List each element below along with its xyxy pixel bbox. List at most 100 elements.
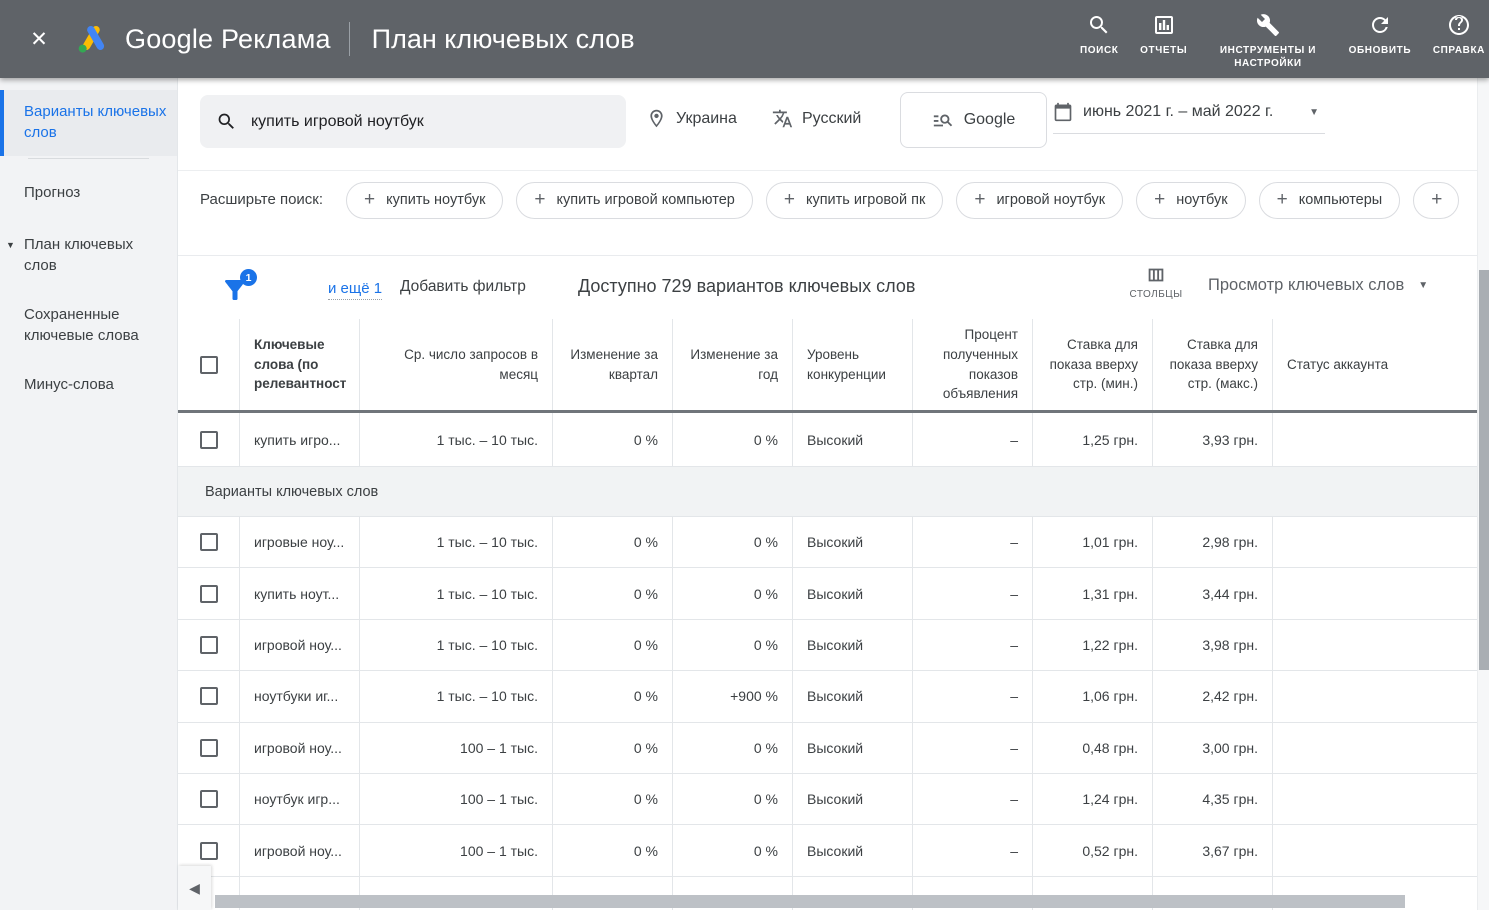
keyword-chip[interactable]: +игровой ноутбук bbox=[956, 182, 1123, 219]
keyword-chip[interactable]: +компьютеры bbox=[1259, 182, 1401, 219]
cell-value: Высокий bbox=[807, 688, 863, 704]
expand-search-label: Расширьте поиск: bbox=[200, 191, 323, 208]
checkbox-cell[interactable] bbox=[178, 517, 240, 567]
data-cell: 0 % bbox=[673, 620, 793, 670]
keyword-chip[interactable]: +купить игровой пк bbox=[766, 182, 944, 219]
checkbox-cell[interactable] bbox=[178, 723, 240, 773]
sidebar-divider bbox=[28, 158, 149, 159]
plus-icon: + bbox=[974, 189, 985, 211]
date-range-label: июнь 2021 г. – май 2022 г. bbox=[1083, 103, 1273, 121]
data-cell: ноутбуки иг... bbox=[240, 671, 360, 721]
row-checkbox[interactable] bbox=[200, 790, 218, 808]
column-header[interactable]: Ставка для показа вверху стр. (мин.) bbox=[1033, 319, 1153, 410]
action-label: ПОИСК bbox=[1080, 44, 1118, 57]
keyword-view-selector[interactable]: Просмотр ключевых слов ▼ bbox=[1208, 276, 1428, 295]
data-cell: Высокий bbox=[793, 671, 913, 721]
keyword-chip[interactable]: + bbox=[1413, 182, 1459, 219]
checkbox-cell[interactable] bbox=[178, 620, 240, 670]
cell-value: 0 % bbox=[634, 791, 658, 807]
network-selector[interactable]: Google bbox=[900, 92, 1047, 148]
data-cell: Высокий bbox=[793, 774, 913, 824]
action-label: ОТЧЕТЫ bbox=[1140, 44, 1187, 57]
more-filters-link[interactable]: и ещё 1 bbox=[328, 280, 382, 300]
checkbox-cell[interactable] bbox=[178, 568, 240, 618]
column-header[interactable]: Процент полученных показов объявления bbox=[913, 319, 1033, 410]
refresh-button[interactable]: ОБНОВИТЬ bbox=[1349, 13, 1411, 57]
row-checkbox[interactable] bbox=[200, 842, 218, 860]
data-cell: 4,35 грн. bbox=[1153, 774, 1273, 824]
columns-label: СТОЛБЦЫ bbox=[1129, 289, 1182, 300]
sidebar-item-negative-keywords[interactable]: Минус-слова bbox=[0, 374, 177, 395]
data-cell: 100 – 1 тыс. bbox=[360, 825, 553, 875]
column-header[interactable]: Уровень конкуренции bbox=[793, 319, 913, 410]
table-row: ноутбук игр...100 – 1 тыс.0 %0 %Высокий–… bbox=[178, 774, 1477, 825]
data-cell: купить ноут... bbox=[240, 568, 360, 618]
data-cell: 3,00 грн. bbox=[1153, 723, 1273, 773]
collapse-table-button[interactable]: ◀ bbox=[178, 866, 211, 910]
keyword-search-input[interactable] bbox=[251, 113, 610, 131]
seed-rows: купить игро...1 тыс. – 10 тыс.0 %0 %Высо… bbox=[178, 413, 1477, 467]
keyword-chip[interactable]: +купить игровой компьютер bbox=[516, 182, 752, 219]
column-header[interactable]: Статус аккаунта bbox=[1273, 319, 1477, 410]
column-header[interactable]: Ставка для показа вверху стр. (макс.) bbox=[1153, 319, 1273, 410]
checkbox-cell[interactable] bbox=[178, 774, 240, 824]
translate-icon bbox=[772, 108, 793, 129]
language-selector[interactable]: Русский bbox=[772, 108, 861, 129]
filter-funnel-icon[interactable]: 1 bbox=[220, 269, 254, 307]
row-checkbox[interactable] bbox=[200, 636, 218, 654]
cell-value: 3,67 грн. bbox=[1202, 843, 1258, 859]
vertical-scrollbar-thumb[interactable] bbox=[1479, 270, 1489, 670]
columns-button[interactable]: СТОЛБЦЫ bbox=[1122, 264, 1190, 300]
sidebar-item-keyword-ideas[interactable]: Варианты ключевых слов bbox=[0, 90, 177, 156]
chip-label: компьютеры bbox=[1299, 192, 1383, 208]
data-cell: 0,52 грн. bbox=[1033, 825, 1153, 875]
columns-icon bbox=[1145, 264, 1167, 286]
location-selector[interactable]: Украина bbox=[646, 108, 737, 129]
row-checkbox[interactable] bbox=[200, 687, 218, 705]
cell-value: игровой ноу... bbox=[254, 740, 342, 756]
chip-label: ноутбук bbox=[1176, 192, 1227, 208]
cell-value: 1 тыс. – 10 тыс. bbox=[437, 534, 538, 550]
cell-value: 4,35 грн. bbox=[1202, 791, 1258, 807]
row-checkbox[interactable] bbox=[200, 533, 218, 551]
cell-value: ноутбуки иг... bbox=[254, 688, 338, 704]
row-checkbox[interactable] bbox=[200, 739, 218, 757]
data-cell: 1 тыс. – 10 тыс. bbox=[360, 620, 553, 670]
row-checkbox[interactable] bbox=[200, 431, 218, 449]
reports-button[interactable]: ОТЧЕТЫ bbox=[1140, 13, 1187, 57]
cell-value: 1,24 грн. bbox=[1082, 791, 1138, 807]
row-checkbox[interactable] bbox=[200, 585, 218, 603]
horizontal-scrollbar-thumb[interactable] bbox=[215, 895, 1405, 908]
column-header[interactable]: Изменение за год bbox=[673, 319, 793, 410]
column-header[interactable]: Ср. число запросов в месяц bbox=[360, 319, 553, 410]
date-range-selector[interactable]: июнь 2021 г. – май 2022 г. ▼ bbox=[1053, 102, 1325, 134]
sidebar-item-forecast[interactable]: Прогноз bbox=[0, 182, 177, 203]
data-cell: – bbox=[913, 774, 1033, 824]
cell-value: Высокий bbox=[807, 586, 863, 602]
sidebar-item-saved-keywords[interactable]: Сохраненные ключевые слова bbox=[0, 304, 177, 346]
keyword-chip[interactable]: +ноутбук bbox=[1136, 182, 1246, 219]
cell-value: 0 % bbox=[634, 534, 658, 550]
help-button[interactable]: СПРАВКА bbox=[1433, 13, 1485, 57]
column-header[interactable]: Изменение за квартал bbox=[553, 319, 673, 410]
topbar-divider bbox=[349, 22, 350, 56]
data-cell: 0 % bbox=[673, 723, 793, 773]
data-cell: 3,44 грн. bbox=[1153, 568, 1273, 618]
tools-settings-button[interactable]: ИНСТРУМЕНТЫ И НАСТРОЙКИ bbox=[1209, 13, 1327, 70]
column-header[interactable]: Ключевые слова (по релевантност bbox=[240, 319, 360, 410]
keyword-chip[interactable]: +купить ноутбук bbox=[346, 182, 503, 219]
cell-value: 3,44 грн. bbox=[1202, 586, 1258, 602]
checkbox-cell[interactable] bbox=[178, 413, 240, 466]
select-all-checkbox[interactable] bbox=[200, 356, 218, 374]
search-nav-button[interactable]: ПОИСК bbox=[1080, 13, 1118, 57]
checkbox-cell[interactable] bbox=[178, 671, 240, 721]
cell-value: 0 % bbox=[634, 688, 658, 704]
cell-value: Высокий bbox=[807, 843, 863, 859]
cell-value: 0 % bbox=[634, 843, 658, 859]
cell-value: 1,31 грн. bbox=[1082, 586, 1138, 602]
sidebar-item-keyword-plan[interactable]: ▼ План ключевых слов bbox=[0, 234, 177, 276]
data-cell: игровые ноу... bbox=[240, 517, 360, 567]
add-filter-button[interactable]: Добавить фильтр bbox=[400, 278, 526, 296]
close-button[interactable]: ✕ bbox=[25, 27, 53, 52]
select-all-cell bbox=[178, 319, 240, 410]
